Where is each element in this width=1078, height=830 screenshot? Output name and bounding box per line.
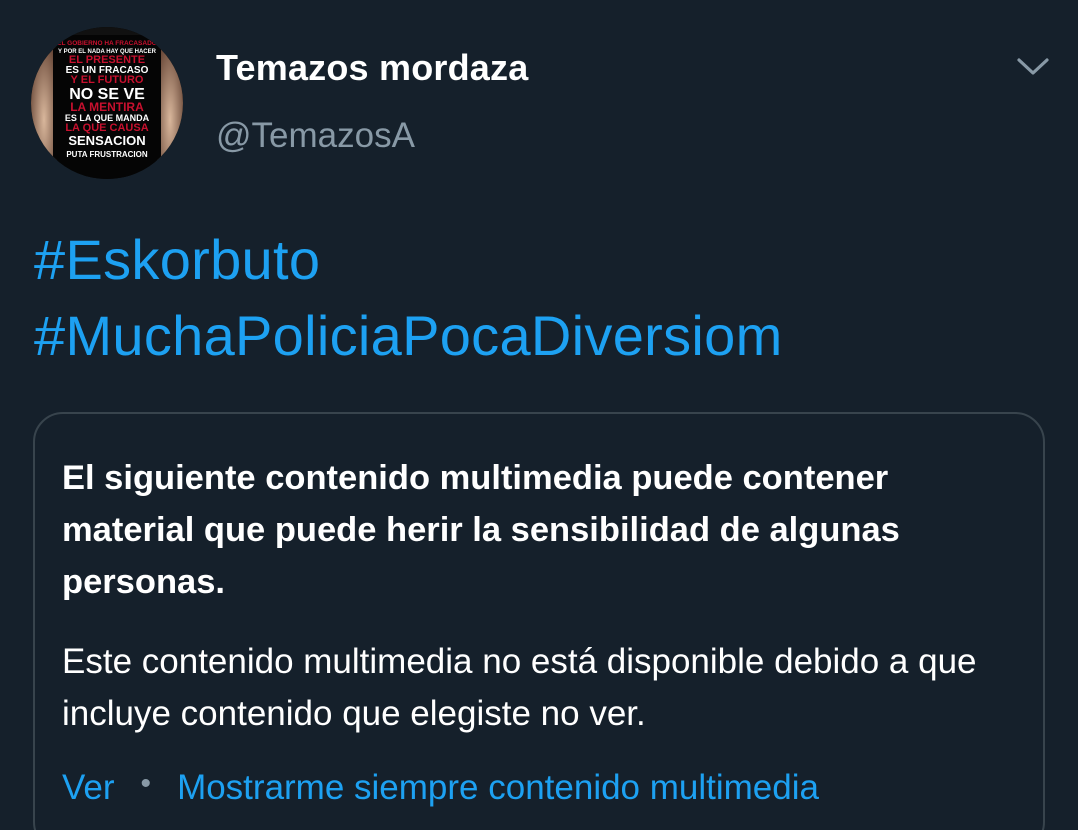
view-media-link[interactable]: Ver [62, 768, 115, 807]
chevron-down-icon[interactable] [1014, 54, 1052, 80]
separator-dot: • [140, 767, 152, 800]
tweet-author[interactable]: Temazos mordaza @TemazosA [216, 46, 528, 157]
always-show-media-link[interactable]: Mostrarme siempre contenido multimedia [177, 768, 819, 807]
avatar-line: LA MENTIRA [70, 100, 144, 114]
avatar-line: EL GOBIERNO HA FRACASADO [57, 40, 157, 47]
hashtag-link[interactable]: #MuchaPoliciaPocaDiversiom [34, 298, 783, 374]
tweet: EL GOBIERNO HA FRACASADO Y POR EL NADA H… [0, 0, 1078, 830]
avatar-line: Y EL FUTURO [71, 74, 144, 86]
author-display-name[interactable]: Temazos mordaza [216, 46, 528, 90]
warning-body: Este contenido multimedia no está dispon… [62, 642, 977, 733]
avatar-line: PUTA FRUSTRACION [66, 150, 148, 159]
tweet-text: #Eskorbuto #MuchaPoliciaPocaDiversiom [34, 222, 783, 374]
author-handle[interactable]: @TemazosA [216, 115, 528, 157]
avatar-image: EL GOBIERNO HA FRACASADO Y POR EL NADA H… [31, 27, 183, 179]
avatar[interactable]: EL GOBIERNO HA FRACASADO Y POR EL NADA H… [31, 27, 183, 179]
avatar-line: SENSACION [68, 133, 145, 148]
sensitive-media-warning: El siguiente contenido multimedia puede … [33, 412, 1045, 830]
warning-title: El siguiente contenido multimedia puede … [62, 459, 900, 601]
hashtag-link[interactable]: #Eskorbuto [34, 222, 783, 298]
warning-actions: Ver • Mostrarme siempre contenido multimed… [62, 764, 819, 814]
